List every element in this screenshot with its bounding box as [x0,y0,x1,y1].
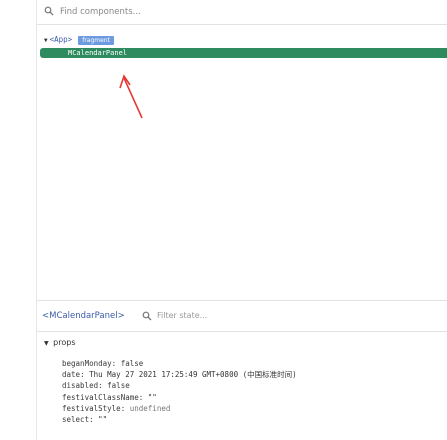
prop-sep: : [111,359,121,368]
prop-row[interactable]: beganMonday: false [62,358,297,369]
component-search-bar[interactable]: Find components... [36,0,447,25]
prop-key: festivalClassName [62,392,139,402]
prop-key: festivalStyle [62,403,121,413]
caret-down-icon: ▼ [44,340,49,347]
prop-row[interactable]: festivalStyle: undefined [62,403,297,414]
prop-key: beganMonday [62,359,112,368]
prop-value[interactable]: "" [148,393,157,402]
selected-component-name: <MCalendarPanel> [42,311,125,321]
tree-node-label-selected: MCalendarPanel [68,49,128,57]
props-section: ▼ props beganMonday: false date: Thu May… [36,332,447,440]
props-title: props [53,338,76,347]
search-icon [44,6,54,16]
prop-key: disabled [62,381,99,391]
props-toggle[interactable]: ▼ props [44,338,76,347]
prop-list: beganMonday: false date: Thu May 27 2021… [62,358,297,425]
tree-node-label: <App> [49,35,73,44]
annotation-arrow [119,74,143,119]
prop-row[interactable]: disabled: false [62,380,297,391]
prop-value[interactable]: undefined [130,404,171,413]
filter-icon [142,311,152,321]
search-input[interactable]: Find components... [60,7,141,17]
inspector-header: <MCalendarPanel> Filter state... [36,301,447,332]
fragment-badge: fragment [78,36,114,45]
prop-value[interactable]: false [121,359,144,368]
caret-down-icon[interactable]: ▼ [44,37,48,44]
prop-sep: : [98,381,108,391]
prop-key: date [62,370,81,380]
prop-sep: : [89,415,99,425]
prop-row[interactable]: date: Thu May 27 2021 17:25:49 GMT+0800 … [62,369,297,380]
prop-sep: : [120,403,130,413]
prop-value[interactable]: false [107,381,130,390]
filter-state-input[interactable]: Filter state... [157,311,207,320]
prop-sep: : [80,370,90,380]
prop-value[interactable]: "" [98,415,107,424]
prop-row[interactable]: select: "" [62,414,297,425]
prop-row[interactable]: festivalClassName: "" [62,392,297,403]
tree-node-selected[interactable]: MCalendarPanel [40,48,447,58]
prop-sep: : [138,392,148,402]
prop-key: select [62,415,90,425]
component-tree: ▼ <App> fragment MCalendarPanel [36,32,447,292]
tree-node-app[interactable]: ▼ <App> fragment [44,35,114,45]
prop-value[interactable]: Thu May 27 2021 17:25:49 GMT+0800 (中国标准时… [89,370,297,379]
